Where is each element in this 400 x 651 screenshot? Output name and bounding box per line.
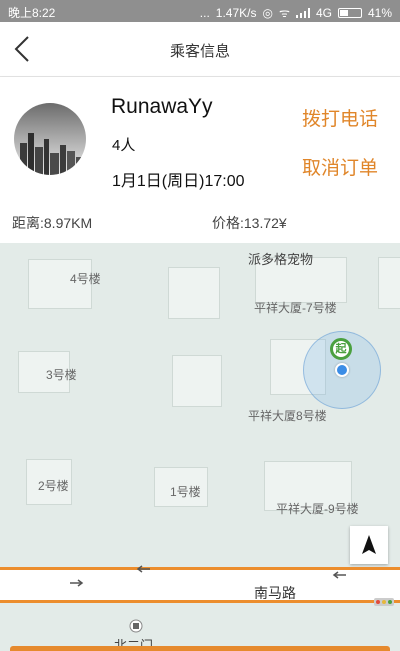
status-indicators: ... 1.47K/s ◎ ᯤ 4G 41% (200, 4, 392, 21)
status-dots: ... (199, 5, 210, 20)
map-building (378, 257, 400, 309)
start-marker[interactable]: 起 (330, 338, 352, 360)
traffic-light-icon (374, 598, 394, 606)
pickup-time: 1月1日(周日)17:00 (112, 173, 245, 190)
building-label: 4号楼 (70, 272, 101, 286)
status-bar: 晚上8:22 ... 1.47K/s ◎ ᯤ 4G 41% (0, 0, 400, 22)
road-name: 南马路 (254, 585, 296, 601)
alarm-icon: ◎ (262, 5, 273, 20)
building-label: 平祥大厦-7号楼 (254, 301, 337, 315)
poi-label[interactable]: 派多格宠物 (248, 249, 313, 268)
map-view[interactable]: 派多格宠物 4号楼 平祥大厦-7号楼 3号楼 平祥大厦8号楼 2号楼 1号楼 平… (0, 243, 400, 651)
road-direction-arrows (70, 565, 346, 587)
call-button[interactable]: 拨打电话 (302, 104, 378, 131)
navigation-arrow-icon (362, 535, 376, 554)
battery-percent: 41% (367, 5, 392, 20)
passenger-name: RunawaYy (111, 95, 213, 118)
signal-icon (295, 7, 310, 18)
wifi-icon: ᯤ (278, 6, 290, 20)
building-label: 平祥大厦8号楼 (248, 409, 327, 423)
network-type: 4G (315, 5, 332, 20)
battery-icon (337, 7, 362, 18)
page-title: 乘客信息 (169, 43, 230, 60)
bottom-action-bar[interactable] (10, 646, 390, 651)
network-speed: 1.47K/s (215, 5, 257, 20)
locate-button[interactable] (350, 526, 388, 564)
building-label: 3号楼 (46, 368, 77, 382)
price-text: 价格:13.72¥ (212, 215, 287, 231)
title-bar: 乘客信息 (0, 22, 400, 77)
building-label: 1号楼 (170, 485, 201, 499)
building-label: 平祥大厦-9号楼 (276, 502, 359, 516)
bus-stop-icon (129, 619, 143, 633)
map-building (168, 267, 220, 319)
status-time: 晚上8:22 (8, 6, 56, 20)
building-label: 2号楼 (38, 479, 69, 493)
passenger-info-card: RunawaYy 4人 1月1日(周日)17:00 拨打电话 取消订单 距离:8… (0, 77, 400, 243)
passenger-count: 4人 (112, 137, 136, 154)
city-skyline-image (20, 133, 84, 175)
distance-text: 距离:8.97KM (12, 215, 93, 231)
map-building (172, 355, 222, 407)
cancel-order-button[interactable]: 取消订单 (302, 153, 378, 180)
current-location-dot (335, 363, 349, 377)
avatar (14, 103, 86, 175)
